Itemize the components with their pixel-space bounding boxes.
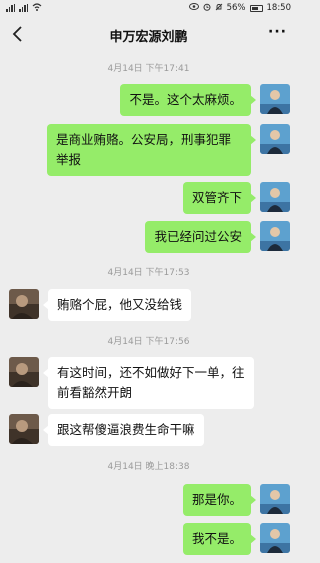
mute-icon bbox=[215, 3, 223, 14]
clock: 18:50 bbox=[266, 3, 292, 13]
avatar-self[interactable] bbox=[260, 124, 290, 154]
message-bubble[interactable]: 我不是。 bbox=[182, 523, 257, 555]
back-icon[interactable] bbox=[8, 24, 28, 44]
message-bubble[interactable]: 那是你。 bbox=[182, 484, 257, 516]
message-bubble[interactable]: 有这时间，还不如做好下一单，往前看豁然开朗 bbox=[43, 357, 254, 409]
avatar-self[interactable] bbox=[260, 182, 290, 212]
message-out: 我已经问过公安 bbox=[145, 221, 290, 253]
message-bubble[interactable]: 跟这帮傻逼浪费生命干嘛 bbox=[43, 414, 204, 446]
avatar-contact[interactable] bbox=[9, 289, 39, 319]
avatar-contact[interactable] bbox=[9, 414, 39, 444]
signal-icon-2 bbox=[19, 4, 28, 12]
message-out: 不是。这个太麻烦。 bbox=[120, 84, 290, 116]
signal-icon bbox=[6, 4, 15, 12]
message-in: 跟这帮傻逼浪费生命干嘛 bbox=[9, 414, 204, 446]
avatar-self[interactable] bbox=[260, 523, 290, 553]
chat-header: 申万宏源刘鹏 ··· bbox=[0, 16, 297, 54]
status-right: 56% 18:50 bbox=[188, 3, 292, 14]
timestamp: 4月14日 晚上18:38 bbox=[107, 462, 190, 472]
message-out: 是商业贿赂。公安局，刑事犯罪举报 bbox=[47, 124, 290, 176]
battery-percent: 56% bbox=[226, 3, 246, 13]
message-bubble[interactable]: 我已经问过公安 bbox=[145, 221, 256, 253]
timestamp: 4月14日 下午17:41 bbox=[107, 64, 190, 74]
message-in: 贿赂个屁，他又没给钱 bbox=[9, 289, 192, 321]
message-bubble[interactable]: 双管齐下 bbox=[182, 182, 257, 214]
message-out: 我不是。 bbox=[182, 523, 290, 555]
message-out: 双管齐下 bbox=[182, 182, 290, 214]
message-in: 有这时间，还不如做好下一单，往前看豁然开朗 bbox=[9, 357, 254, 409]
timestamp: 4月14日 下午17:53 bbox=[107, 268, 190, 278]
message-bubble[interactable]: 是商业贿赂。公安局，刑事犯罪举报 bbox=[47, 124, 256, 176]
message-bubble[interactable]: 贿赂个屁，他又没给钱 bbox=[42, 289, 192, 321]
battery-icon bbox=[249, 4, 263, 12]
avatar-contact[interactable] bbox=[9, 357, 39, 387]
status-left bbox=[6, 2, 42, 14]
message-bubble[interactable]: 不是。这个太麻烦。 bbox=[120, 84, 256, 116]
avatar-self[interactable] bbox=[260, 221, 290, 251]
avatar-self[interactable] bbox=[260, 84, 290, 114]
timestamp: 4月14日 下午17:56 bbox=[107, 337, 190, 347]
wifi-icon bbox=[32, 2, 42, 14]
message-out: 那是你。 bbox=[182, 484, 290, 516]
avatar-self[interactable] bbox=[260, 484, 290, 514]
status-bar: 56% 18:50 bbox=[0, 0, 297, 16]
chat-title: 申万宏源刘鹏 bbox=[109, 29, 188, 45]
more-icon[interactable]: ··· bbox=[268, 24, 287, 40]
alarm-icon bbox=[203, 3, 211, 14]
eye-icon bbox=[188, 3, 199, 13]
